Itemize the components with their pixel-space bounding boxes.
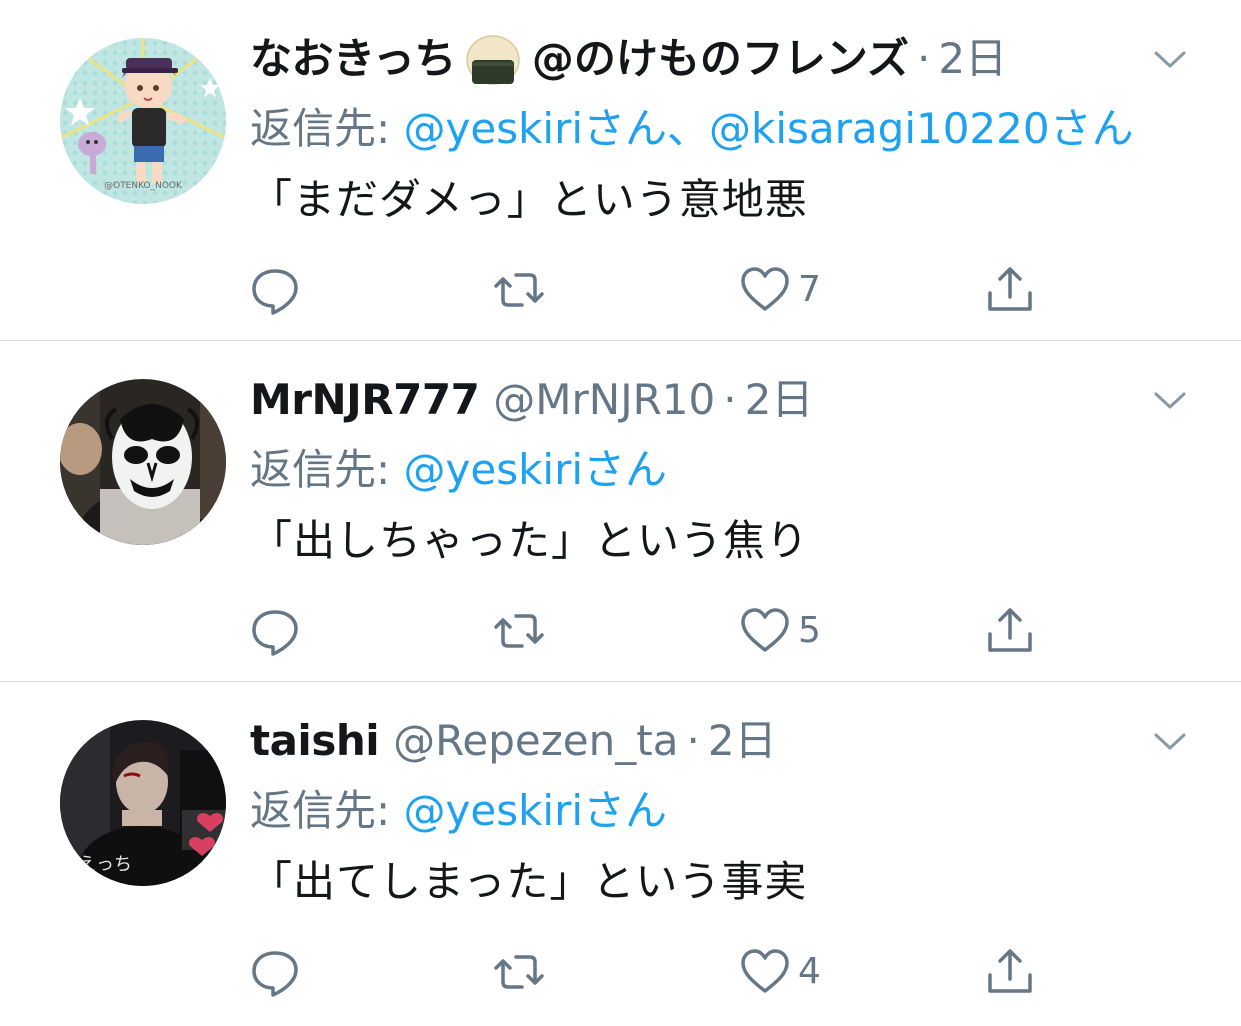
reply-button[interactable] bbox=[248, 599, 302, 663]
display-name[interactable]: taishi bbox=[250, 708, 380, 774]
tweet-actions: 4 bbox=[0, 940, 1241, 1004]
user-handle[interactable]: @のけものフレンズ bbox=[532, 26, 909, 92]
avatar[interactable]: @OTENKO_NOOK bbox=[60, 38, 226, 204]
retweet-button[interactable] bbox=[492, 258, 546, 322]
timestamp[interactable]: 2日 bbox=[745, 367, 814, 433]
reply-button[interactable] bbox=[248, 258, 302, 322]
mention-link[interactable]: @yeskiriさん bbox=[404, 786, 668, 835]
masked-wrestler-avatar-icon bbox=[60, 379, 226, 545]
tweet-text: 「出しちゃった」という焦り bbox=[250, 516, 810, 565]
mention-link[interactable]: @yeskiriさん bbox=[404, 104, 668, 153]
share-button[interactable] bbox=[983, 940, 1037, 1004]
person-photo-avatar-icon: えっち bbox=[60, 720, 226, 886]
tweet-header: なおきっち @のけものフレンズ · 2日 bbox=[250, 26, 1007, 92]
reply-to-line: 返信先: @yeskiriさん、@kisaragi10220さん bbox=[250, 98, 1134, 160]
reply-prefix: 返信先: bbox=[250, 104, 404, 153]
like-icon bbox=[741, 949, 789, 993]
like-button[interactable]: 7 bbox=[738, 258, 821, 322]
like-button[interactable]: 5 bbox=[738, 599, 821, 663]
share-icon bbox=[988, 608, 1032, 652]
timestamp[interactable]: 2日 bbox=[938, 26, 1007, 92]
chevron-down-icon[interactable] bbox=[1150, 44, 1190, 74]
display-name[interactable]: なおきっち bbox=[250, 26, 456, 92]
onigiri-icon bbox=[464, 30, 522, 88]
avatar-caption: えっち bbox=[78, 854, 132, 875]
mention-link[interactable]: @kisaragi10220さん bbox=[709, 104, 1134, 153]
reply-icon bbox=[252, 269, 298, 315]
share-button[interactable] bbox=[983, 258, 1037, 322]
like-button[interactable]: 4 bbox=[738, 940, 821, 1004]
tweet[interactable]: MrNJR777 @MrNJR10 · 2日 返信先: @yeskiriさん 「… bbox=[0, 341, 1241, 682]
user-handle[interactable]: @MrNJR10 bbox=[493, 367, 715, 433]
retweet-button[interactable] bbox=[492, 599, 546, 663]
tweet-header: taishi @Repezen_ta · 2日 bbox=[250, 708, 777, 774]
tweet[interactable]: えっち taishi @Repezen_ta · 2日 返信先: @yeskir… bbox=[0, 682, 1241, 1023]
chevron-down-icon[interactable] bbox=[1150, 385, 1190, 415]
display-name[interactable]: MrNJR777 bbox=[250, 367, 480, 433]
separator-dot: · bbox=[917, 34, 931, 83]
tweet-header: MrNJR777 @MrNJR10 · 2日 bbox=[250, 367, 813, 433]
tweet-text: 「出てしまった」という事実 bbox=[250, 857, 808, 906]
share-icon bbox=[988, 267, 1032, 311]
tweet-actions: 5 bbox=[0, 599, 1241, 663]
reply-to-line: 返信先: @yeskiriさん bbox=[250, 780, 667, 842]
user-handle[interactable]: @Repezen_ta bbox=[393, 708, 678, 774]
reply-prefix: 返信先: bbox=[250, 786, 404, 835]
tweet[interactable]: @OTENKO_NOOK なおきっち @のけものフレンズ · 2日 返信先: @… bbox=[0, 0, 1241, 341]
avatar[interactable] bbox=[60, 379, 226, 545]
separator-dot: · bbox=[686, 716, 700, 765]
reply-icon bbox=[252, 951, 298, 997]
share-icon bbox=[988, 949, 1032, 993]
like-icon bbox=[741, 267, 789, 311]
like-icon bbox=[741, 608, 789, 652]
svg-text:@OTENKO_NOOK: @OTENKO_NOOK bbox=[104, 181, 183, 191]
like-count: 4 bbox=[798, 951, 821, 992]
reply-button[interactable] bbox=[248, 940, 302, 1004]
chevron-down-icon[interactable] bbox=[1150, 726, 1190, 756]
like-count: 5 bbox=[798, 610, 821, 651]
like-count: 7 bbox=[798, 269, 821, 310]
retweet-icon bbox=[494, 614, 544, 648]
reply-icon bbox=[252, 610, 298, 656]
timestamp[interactable]: 2日 bbox=[708, 708, 777, 774]
mention-link[interactable]: @yeskiriさん bbox=[404, 445, 668, 494]
tweet-text: 「まだダメっ」という意地悪 bbox=[250, 175, 808, 224]
share-button[interactable] bbox=[983, 599, 1037, 663]
tweet-actions: 7 bbox=[0, 258, 1241, 322]
reply-prefix: 返信先: bbox=[250, 445, 404, 494]
retweet-icon bbox=[494, 955, 544, 989]
anime-character-avatar-icon: @OTENKO_NOOK bbox=[60, 38, 226, 204]
mention-separator: 、 bbox=[667, 104, 710, 153]
avatar[interactable]: えっち bbox=[60, 720, 226, 886]
separator-dot: · bbox=[723, 375, 737, 424]
reply-to-line: 返信先: @yeskiriさん bbox=[250, 439, 667, 501]
retweet-button[interactable] bbox=[492, 940, 546, 1004]
retweet-icon bbox=[494, 273, 544, 307]
